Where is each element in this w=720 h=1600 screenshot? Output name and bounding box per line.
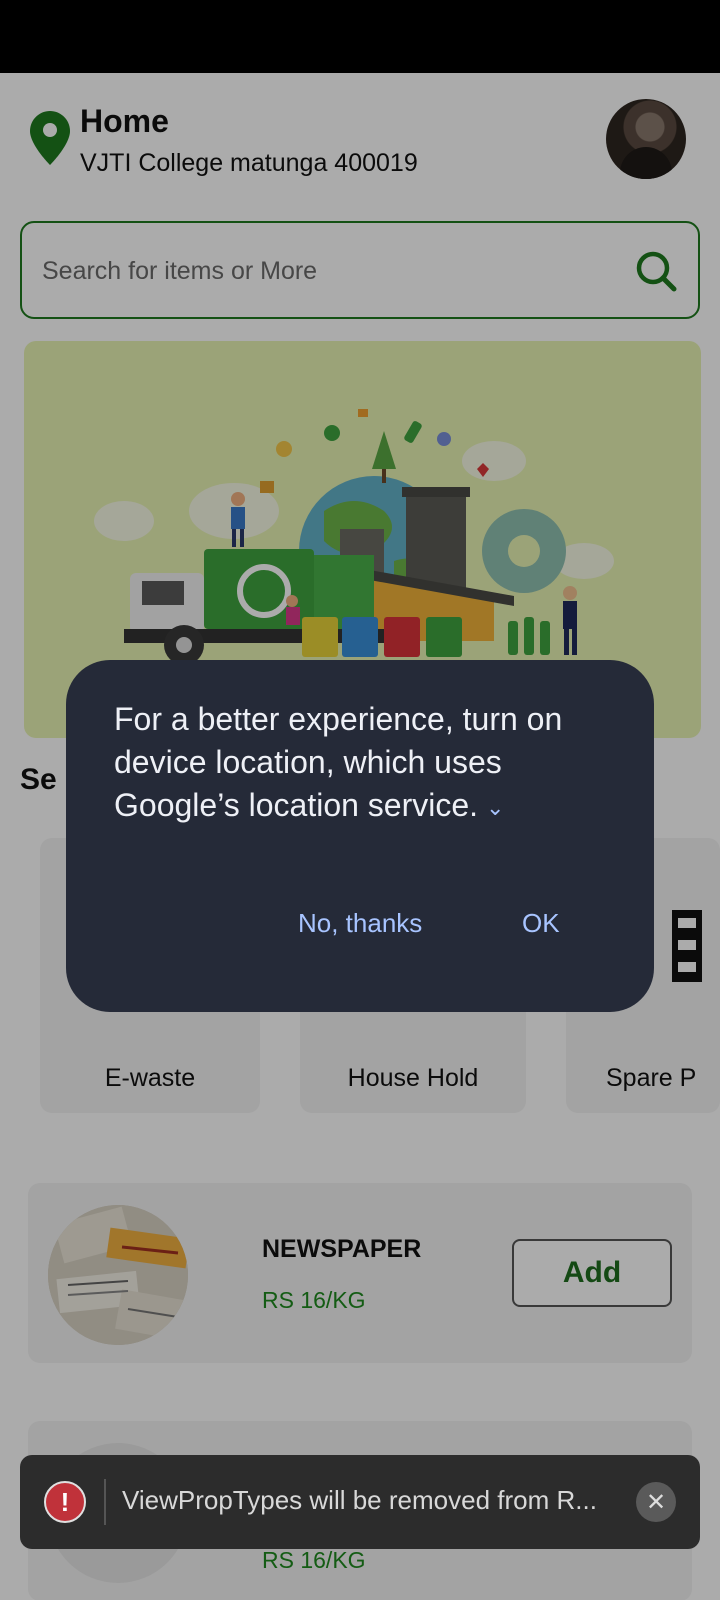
close-icon[interactable]: ✕ bbox=[636, 1482, 676, 1522]
toast-divider bbox=[104, 1479, 106, 1525]
warning-icon: ! bbox=[44, 1481, 86, 1523]
location-permission-dialog: For a better experience, turn on device … bbox=[66, 660, 654, 1012]
chevron-down-icon[interactable]: ⌄ bbox=[486, 786, 504, 829]
status-bar bbox=[0, 0, 720, 73]
no-thanks-button[interactable]: No, thanks bbox=[298, 908, 422, 939]
toast-message: ViewPropTypes will be removed from R... bbox=[122, 1485, 597, 1515]
warning-toast[interactable]: ! ViewPropTypes will be removed from R..… bbox=[20, 1455, 700, 1549]
ok-button[interactable]: OK bbox=[522, 908, 560, 939]
